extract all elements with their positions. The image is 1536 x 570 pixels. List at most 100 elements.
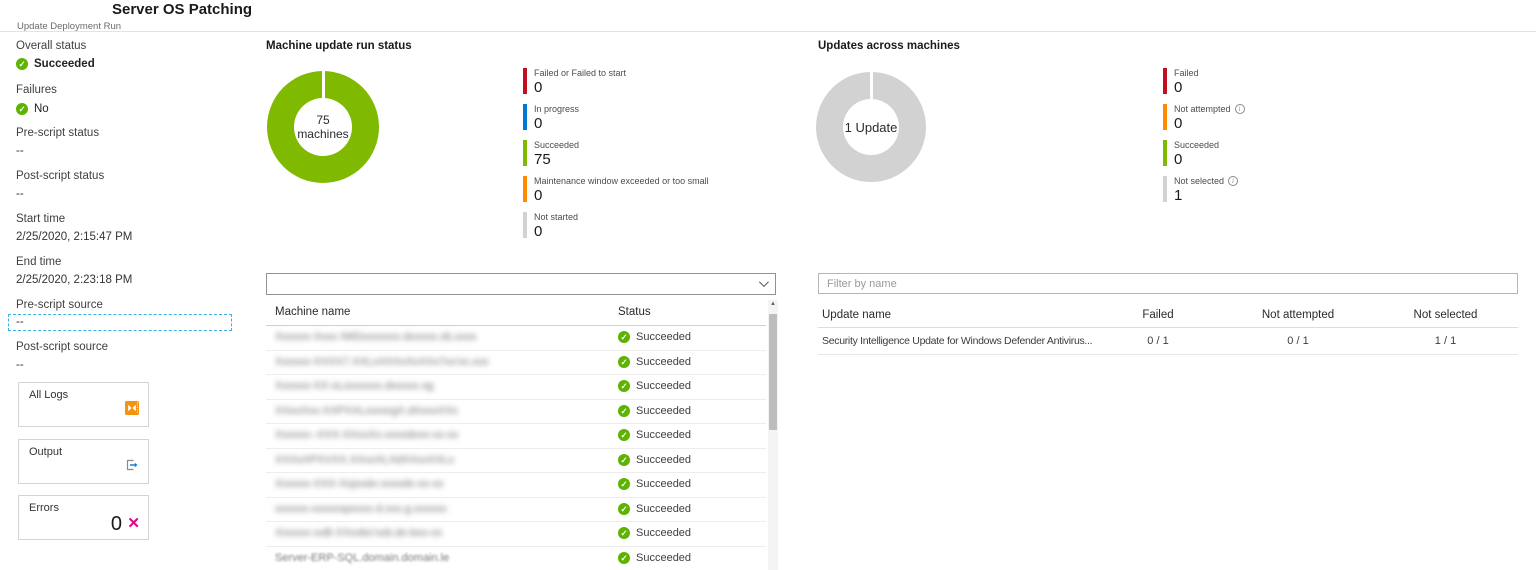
updates-table: Update name Failed Not attempted Not sel… [818, 302, 1518, 355]
column-header-machine-name: Machine name [275, 306, 351, 318]
status-cell: ✓ Succeeded [618, 380, 691, 392]
check-icon: ✓ [16, 58, 28, 70]
table-row[interactable]: Xxxxxx-XXXX7.XXLxXXXxXxXXx7xx'xx.xxx ✓ Su… [266, 351, 766, 375]
errors-label: Errors [29, 502, 59, 514]
legend-item-in-progress[interactable]: In progress 0 [523, 104, 709, 132]
table-row[interactable]: Xxxxxx-xxB-XXxxbx'xxb.dx-bxx-xx ✓ Succeed… [266, 522, 766, 547]
legend-value: 0 [534, 115, 543, 132]
legend-label: Maintenance window exceeded or too small [534, 176, 709, 186]
legend-label: Succeeded [1174, 140, 1220, 150]
scrollbar-thumb[interactable] [769, 314, 777, 430]
page-subtitle: Update Deployment Run [17, 21, 122, 32]
all-logs-tile[interactable]: All Logs [18, 382, 149, 427]
table-row[interactable]: Security Intelligence Update for Windows… [818, 328, 1518, 355]
status-label: Succeeded [636, 478, 692, 490]
check-icon: ✓ [618, 331, 630, 343]
update-name: Security Intelligence Update for Windows… [822, 335, 1093, 347]
legend-label: Not started [534, 212, 579, 222]
machine-filter-dropdown[interactable] [266, 273, 776, 295]
pre-script-source-value[interactable]: -- [8, 314, 232, 331]
updates-donut: 1 Update [816, 72, 926, 182]
legend-label: Failed or Failed to start [534, 68, 627, 78]
status-label: Succeeded [636, 331, 692, 343]
status-label: Succeeded [636, 453, 692, 466]
table-row[interactable]: xxxxxx-xxxxxxpxxxx.d.xxx.g.xxxxxx ✓ Succe… [266, 498, 766, 522]
legend-item-failed[interactable]: Failed 0 [1163, 68, 1245, 96]
table-row[interactable]: Xxxxxx-Xxxx IWDxxxxxxx.dxxxxx.xb.xxxx ✓ S… [266, 326, 766, 351]
machine-name-redacted: XXxxXxx-XXPXXLxxxxrgX.dXxxxXXx [275, 404, 458, 417]
status-cell: ✓ Succeeded [618, 331, 691, 343]
update-deployment-run-page: Server OS Patching Update Deployment Run… [0, 0, 1536, 570]
legend-item-failed[interactable]: Failed or Failed to start 0 [523, 68, 709, 96]
start-time-value: 2/25/2020, 2:15:47 PM [16, 231, 133, 243]
check-icon: ✓ [618, 355, 630, 368]
donut-notch [321, 71, 325, 99]
updates-table-header: Update name Failed Not attempted Not sel… [818, 302, 1518, 328]
legend-item-not-started[interactable]: Not started 0 [523, 212, 709, 240]
update-count: 1 Update [844, 119, 898, 135]
status-cell: ✓ Succeeded [618, 527, 691, 539]
legend-color-bar [523, 140, 527, 166]
legend-label: Succeeded [534, 140, 580, 150]
status-label: Succeeded [636, 429, 692, 441]
update-filter-input[interactable] [818, 273, 1518, 294]
legend-value: 0 [1174, 79, 1183, 96]
machine-name-redacted: XXXxXPXVXX.XXxxXLXdXXxxXXLx [275, 453, 455, 466]
updates-chart-title: Updates across machines [818, 40, 960, 52]
check-icon: ✓ [618, 453, 630, 466]
legend-item-not-selected[interactable]: Not selected i 1 [1163, 176, 1245, 204]
table-row[interactable]: Xxxxxx-XXX-Xxjxxdx-xxxxdx-xx-xx ✓ Succeed… [266, 473, 766, 498]
legend-item-maintenance-window[interactable]: Maintenance window exceeded or too small… [523, 176, 709, 204]
legend-item-succeeded[interactable]: Succeeded 0 [1163, 140, 1245, 168]
failures-value: ✓ No [16, 103, 49, 115]
status-label: Succeeded [636, 404, 692, 417]
column-header-failed: Failed [1142, 308, 1174, 321]
machine-table: Machine name Status Xxxxxx-Xxxx IWDxxxxx… [266, 300, 766, 570]
legend-item-not-attempted[interactable]: Not attempted i 0 [1163, 104, 1245, 132]
failures-label: Failures [16, 84, 57, 96]
legend-label: Not selected i [1174, 176, 1239, 186]
legend-color-bar [523, 68, 527, 94]
legend-label: Failed [1174, 68, 1199, 78]
column-header-status: Status [618, 306, 651, 318]
output-tile[interactable]: Output [18, 439, 149, 484]
column-header-not-selected: Not selected [1413, 308, 1478, 321]
status-cell: ✓ Succeeded [618, 355, 692, 368]
info-icon[interactable]: i [1228, 176, 1239, 186]
status-label: Succeeded [636, 355, 692, 368]
legend-label: In progress [534, 104, 580, 114]
machine-name-redacted: xxxxxx-xxxxxxpxxxx.d.xxx.g.xxxxxx [275, 502, 447, 515]
legend-item-succeeded[interactable]: Succeeded 75 [523, 140, 709, 168]
table-row[interactable]: Xxxxxx--XXX-XXxxXx.xxxxdxxx-xx-xx ✓ Succe… [266, 424, 766, 449]
error-x-icon: ✕ [127, 515, 140, 532]
machine-table-scrollbar[interactable]: ▲ [768, 300, 778, 570]
column-header-update-name: Update name [822, 308, 892, 321]
table-row[interactable]: Server-ERP-SQL.domain.domain.le ✓ Succeed… [266, 547, 766, 570]
machine-table-header: Machine name Status [266, 300, 766, 326]
end-time-value: 2/25/2020, 2:23:18 PM [16, 274, 133, 286]
machine-chart-title: Machine update run status [266, 40, 412, 52]
errors-tile[interactable]: Errors 0 ✕ [18, 495, 149, 540]
machine-name-redacted: Xxxxxx-xxB-XXxxbx'xxb.dx-bxx-xx [275, 527, 443, 539]
scroll-up-icon[interactable]: ▲ [768, 301, 778, 307]
status-label: Succeeded [636, 502, 692, 515]
status-cell: ✓ Succeeded [618, 502, 692, 515]
legend-color-bar [523, 212, 527, 238]
updates-section: Updates across machines 1 Update Failed … [816, 32, 1518, 570]
errors-count: 0 [110, 513, 122, 535]
machine-name-redacted: Xxxxxx-XXXX7.XXLxXXXxXxXXx7xx'xx.xxx [275, 355, 489, 368]
end-time-label: End time [16, 256, 62, 268]
table-row[interactable]: Xxxxxx-XX-xLxxxxxxx.dxxxxx.xg ✓ Succeeded [266, 375, 766, 400]
status-label: Succeeded [636, 380, 692, 392]
status-label: Succeeded [636, 551, 692, 564]
info-icon[interactable]: i [1234, 104, 1245, 114]
output-export-icon [124, 457, 140, 478]
table-row[interactable]: XXXxXPXVXX.XXxxXLXdXXxxXXLx ✓ Succeeded [266, 449, 766, 473]
machine-count-unit: machines [297, 127, 349, 141]
column-header-not-attempted: Not attempted [1261, 308, 1335, 321]
page-header: Server OS Patching Update Deployment Run [0, 0, 1536, 32]
legend-color-bar [1163, 68, 1167, 94]
chevron-down-icon [758, 277, 769, 288]
table-row[interactable]: XXxxXxx-XXPXXLxxxxrgX.dXxxxXXx ✓ Succeede… [266, 400, 766, 424]
failed-cell: 0 / 1 [1147, 335, 1169, 347]
